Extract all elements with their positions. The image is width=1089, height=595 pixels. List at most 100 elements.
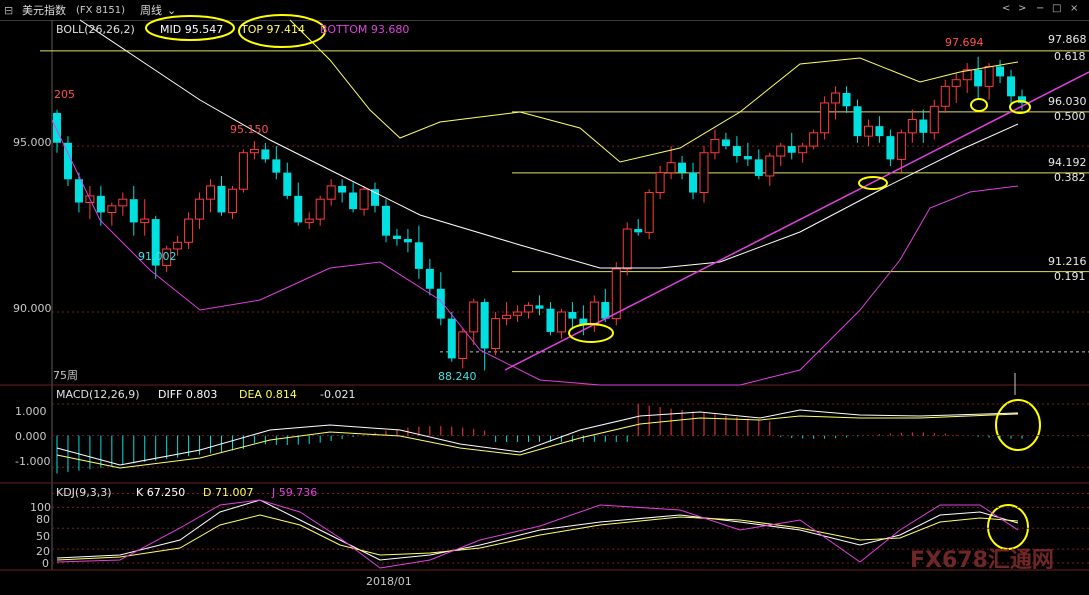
kdj-tick-50: 50 [36, 530, 50, 543]
kdj-j-line [56, 499, 1019, 569]
kdj-d-line [56, 514, 1019, 561]
trendline [504, 71, 1089, 371]
candle-body [371, 189, 380, 206]
boll-name: BOLL(26,26,2) [56, 23, 135, 36]
ma-label: 75周 [53, 369, 78, 382]
candle-body [820, 102, 830, 134]
price-tick-90: 90.000 [13, 302, 52, 315]
candle-body [283, 172, 292, 196]
fib-price-4: 91.216 [1048, 255, 1087, 268]
candle-body [272, 159, 281, 173]
fib-ratio-4: 0.191 [1054, 270, 1086, 283]
fib-ratio-1: 0.618 [1054, 50, 1086, 63]
candle-body [951, 79, 961, 87]
candle-body [381, 205, 390, 236]
kdj-d: D 71.007 [203, 486, 254, 499]
macd-dea-line [56, 413, 1019, 469]
highlight-circle-7 [987, 504, 1029, 550]
price-annotation-low2: 88.240 [438, 370, 477, 383]
macd-tick-m1: -1.000 [15, 455, 51, 468]
candle-body [907, 119, 917, 134]
candle-body [984, 65, 994, 87]
macd-tick-1: 1.000 [15, 405, 47, 418]
candle-body [206, 185, 216, 200]
candle-body [96, 195, 105, 213]
candle-body [403, 239, 412, 243]
fib-ratio-2: 0.500 [1054, 110, 1086, 123]
price-annotation-peak: 97.694 [945, 36, 984, 49]
candle-body [480, 302, 489, 349]
boll-bottom: BOTTOM 93.680 [320, 23, 410, 36]
boll-top-line [289, 19, 1019, 163]
price-annotation-205: 205 [54, 88, 75, 101]
candle-body [798, 145, 808, 154]
fib-price-2: 96.030 [1048, 95, 1087, 108]
candle-body [886, 136, 895, 160]
candle-body [249, 148, 259, 154]
candle-body [546, 308, 555, 332]
candle-body [875, 126, 884, 137]
candle-body [732, 146, 741, 157]
candle-body [118, 198, 128, 207]
candle-body [502, 314, 512, 320]
candle-body [458, 331, 468, 359]
candle-body [568, 312, 577, 319]
candle-body [644, 192, 654, 233]
watermark: FX678汇通网 [910, 548, 1054, 573]
candle-body [655, 172, 665, 194]
candle-body [699, 152, 709, 194]
candle-body [996, 66, 1005, 77]
date-label: 2018/01 [366, 575, 412, 588]
candle-body [436, 288, 445, 319]
candle-body [129, 199, 138, 223]
candle-body [392, 235, 401, 239]
candle-body [195, 198, 205, 220]
boll-mid: MID 95.547 [160, 23, 224, 36]
candle-body [601, 302, 610, 319]
price-annotation-low1: 91.002 [138, 250, 177, 263]
candle-body [940, 85, 950, 107]
candle-body [831, 92, 841, 104]
chart-canvas [0, 14, 1089, 571]
candle-body [842, 93, 851, 107]
candle-body [107, 205, 117, 213]
candle-body [217, 185, 226, 213]
candle-body [634, 229, 643, 233]
candle-body [304, 218, 314, 223]
candle-body [776, 145, 786, 157]
candle-body [765, 155, 775, 177]
candle-body [53, 112, 61, 143]
fib-price-3: 94.192 [1048, 156, 1087, 169]
candle-body [863, 125, 873, 137]
macd-dea: DEA 0.814 [239, 388, 297, 401]
candle-body [666, 162, 676, 174]
candle-body [338, 185, 347, 193]
kdj-name: KDJ(9,3,3) [56, 486, 112, 499]
boll-bottom-line [51, 119, 1019, 386]
candle-body [787, 146, 796, 153]
candle-body [425, 268, 434, 289]
candle-body [315, 198, 325, 220]
candle-body [622, 228, 632, 270]
kdj-k: K 67.250 [136, 486, 186, 499]
candle-body [491, 318, 501, 349]
fib-ratio-3: 0.382 [1054, 171, 1086, 184]
candle-body [326, 185, 336, 200]
macd-diff: DIFF 0.803 [158, 388, 218, 401]
candle-body [721, 139, 730, 147]
candle-body [678, 162, 687, 173]
candle-body [359, 188, 369, 210]
candle-body [513, 311, 523, 316]
candle-body [853, 106, 862, 137]
kdj-tick-0: 0 [42, 557, 49, 570]
candle-body [974, 69, 983, 87]
candle-body [238, 152, 248, 190]
candle-body [710, 138, 720, 154]
candle-body [294, 195, 303, 223]
boll-mid-line [79, 19, 1019, 269]
candle-body [1007, 76, 1016, 97]
candle-body [524, 304, 534, 313]
candle-body [140, 218, 150, 223]
price-tick-95: 95.000 [13, 136, 52, 149]
candle-body [227, 188, 237, 213]
